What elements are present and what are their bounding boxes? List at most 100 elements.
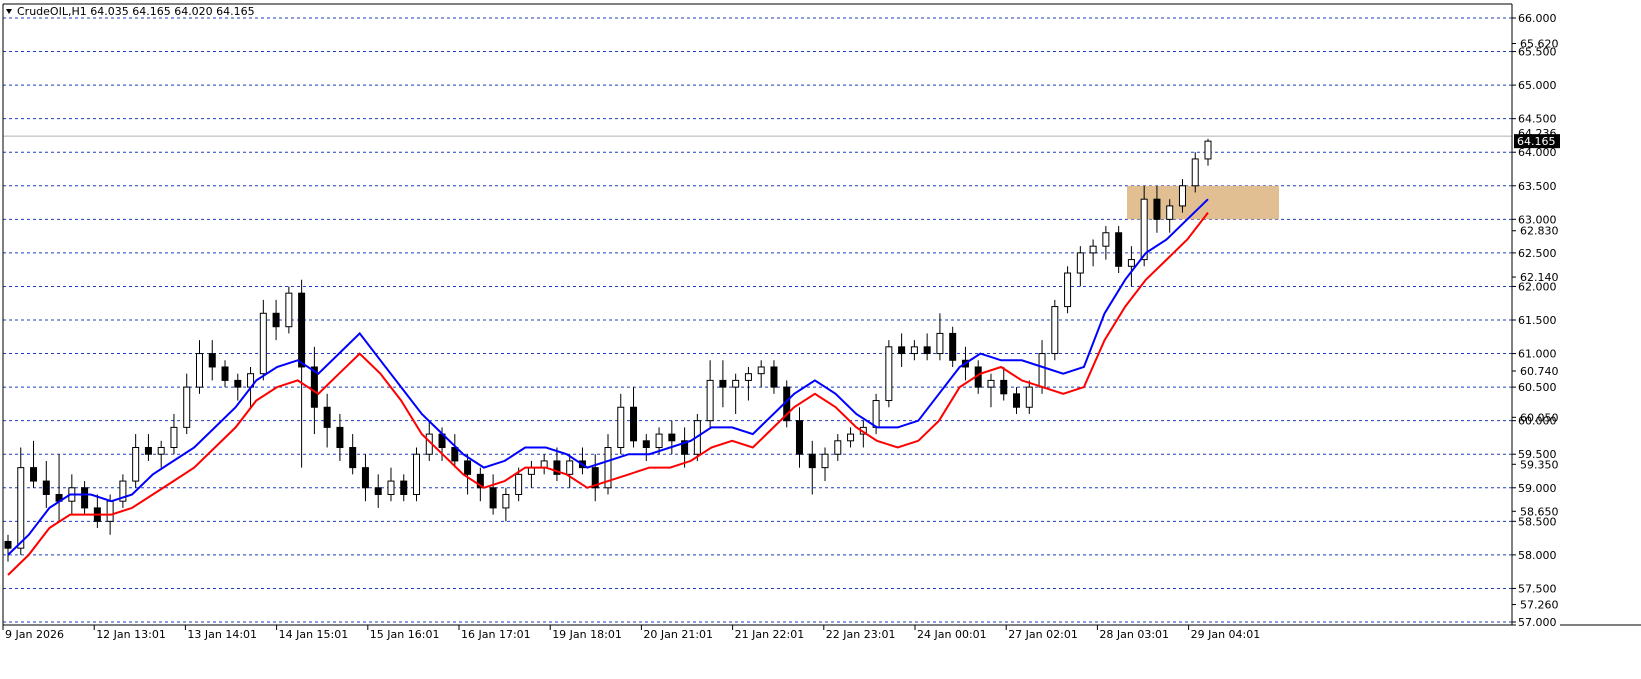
candle-body xyxy=(157,447,165,455)
candle-body xyxy=(1076,252,1084,274)
candle-body xyxy=(1089,245,1097,254)
candle-body xyxy=(387,480,395,495)
candle-body xyxy=(642,440,650,449)
candle-body xyxy=(221,366,229,381)
candle-body xyxy=(336,426,344,449)
candle-body xyxy=(987,379,995,388)
candle-body xyxy=(1127,259,1135,267)
candle-body xyxy=(1166,205,1174,220)
candle-body xyxy=(106,500,114,522)
current-price-label: 64.165 xyxy=(1517,135,1556,148)
x-tick-label: 29 Jan 04:01 xyxy=(1191,628,1261,641)
chart-window[interactable]: 66.000 65.500 65.000 64.500 64.000 63.500 63.0… xyxy=(0,0,1641,675)
y-tick-label: 61.500 xyxy=(1518,314,1557,327)
candle-body xyxy=(451,447,459,462)
candle-body xyxy=(1191,158,1199,187)
candle-body xyxy=(361,467,369,489)
y-tick-label: 64.000 xyxy=(1518,146,1557,159)
candle-body xyxy=(1025,386,1033,408)
candle-body xyxy=(821,453,829,469)
y-tick-label: 57.500 xyxy=(1518,582,1557,595)
candle-body xyxy=(744,373,752,381)
x-tick-label: 14 Jan 15:01 xyxy=(279,628,349,641)
candle-body xyxy=(847,433,855,442)
candle-body xyxy=(1051,306,1059,355)
y-minor-label: 58.650 xyxy=(1520,505,1559,518)
candle-body xyxy=(30,467,38,482)
candle-body xyxy=(413,453,421,495)
candle-body xyxy=(527,467,535,475)
candle-body xyxy=(757,366,765,375)
candle-body xyxy=(502,493,510,509)
y-tick-label: 59.000 xyxy=(1518,482,1557,495)
candle-body xyxy=(1013,393,1021,408)
supply-zone xyxy=(1127,185,1279,220)
candle-body xyxy=(617,406,625,449)
candle-body xyxy=(668,433,676,442)
candle-body xyxy=(1153,198,1161,220)
candle-body xyxy=(706,379,714,422)
candle-body xyxy=(566,460,574,475)
candle-body xyxy=(349,447,357,469)
candle-body xyxy=(272,312,280,328)
candle-body xyxy=(655,433,663,449)
y-tick-label: 62.500 xyxy=(1518,247,1557,260)
candle-body xyxy=(1000,379,1008,395)
candle-body xyxy=(42,480,50,495)
x-tick-label: 12 Jan 13:01 xyxy=(96,628,166,641)
candle-body xyxy=(1102,232,1110,247)
x-tick-label: 19 Jan 18:01 xyxy=(552,628,622,641)
candle-body xyxy=(910,346,918,355)
y-minor-label: 65.620 xyxy=(1520,38,1559,51)
candle-body xyxy=(17,467,25,549)
candle-body xyxy=(923,346,931,355)
candle-body xyxy=(1115,232,1123,267)
y-tick-label: 64.500 xyxy=(1518,113,1557,126)
x-tick-label: 24 Jan 00:01 xyxy=(917,628,987,641)
candle-body xyxy=(298,292,306,368)
y-tick-label: 66.000 xyxy=(1518,12,1557,25)
candle-body xyxy=(323,406,331,428)
y-minor-label: 57.260 xyxy=(1520,599,1559,612)
candle-body xyxy=(515,473,523,495)
x-tick-label: 9 Jan 2026 xyxy=(5,628,64,641)
candle-body xyxy=(770,366,778,388)
candle-body xyxy=(630,406,638,442)
candle-body xyxy=(1178,185,1186,207)
candle-body xyxy=(489,487,497,509)
candle-body xyxy=(132,447,140,482)
candle-body xyxy=(1204,140,1212,160)
x-tick-label: 22 Jan 23:01 xyxy=(826,628,896,641)
x-tick-label: 21 Jan 22:01 xyxy=(735,628,805,641)
y-minor-label: 59.350 xyxy=(1520,458,1559,471)
candle-body xyxy=(1038,353,1046,388)
candle-body xyxy=(834,440,842,455)
x-tick-label: 13 Jan 14:01 xyxy=(187,628,257,641)
candle-body xyxy=(195,353,203,388)
y-tick-label: 58.000 xyxy=(1518,549,1557,562)
candle-body xyxy=(374,487,382,495)
chart-header: CrudeOIL,H1 64.035 64.165 64.020 64.165 xyxy=(17,5,255,18)
candle-body xyxy=(1064,272,1072,308)
y-tick-label: 57.000 xyxy=(1518,616,1557,629)
y-tick-label: 60.500 xyxy=(1518,381,1557,394)
x-tick-label: 27 Jan 02:01 xyxy=(1008,628,1078,641)
candle-body xyxy=(1140,198,1148,261)
y-minor-label: 62.140 xyxy=(1520,271,1559,284)
price-chart[interactable]: 66.00065.50065.00064.50064.00063.50063.0… xyxy=(0,0,1641,675)
candle-body xyxy=(464,460,472,475)
candle-body xyxy=(208,353,216,368)
candle-body xyxy=(234,379,242,388)
candle-body xyxy=(949,332,957,361)
zone-layer xyxy=(1127,185,1279,220)
candle-body xyxy=(144,447,152,455)
candle-body xyxy=(81,487,89,509)
chart-background xyxy=(0,0,1641,675)
x-tick-label: 16 Jan 17:01 xyxy=(461,628,531,641)
candle-body xyxy=(885,346,893,402)
y-tick-label: 65.000 xyxy=(1518,79,1557,92)
y-minor-label: 60.740 xyxy=(1520,365,1559,378)
candle-body xyxy=(4,540,12,549)
candle-body xyxy=(872,400,880,428)
x-tick-label: 15 Jan 16:01 xyxy=(370,628,440,641)
